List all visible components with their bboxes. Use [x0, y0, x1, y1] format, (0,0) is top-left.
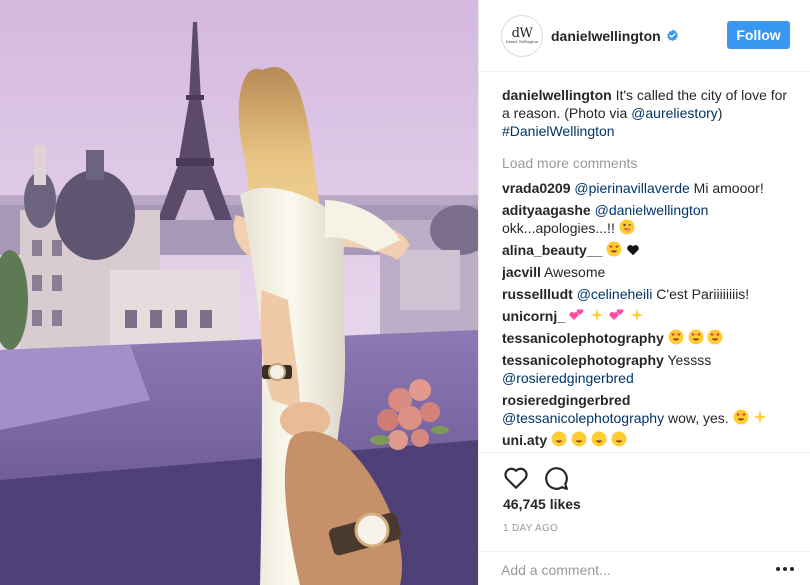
- comment-mention[interactable]: @celineheili: [577, 286, 653, 302]
- post-photo[interactable]: [0, 0, 478, 585]
- comment: vrada0209 @pierinavillaverde Mi amooor!: [502, 179, 794, 197]
- post-details-panel: dW Daniel Wellington danielwellington Fo…: [478, 0, 810, 585]
- load-more-comments-link[interactable]: Load more comments: [502, 154, 794, 172]
- sparkles-emoji-icon: [753, 410, 768, 424]
- comment-mention[interactable]: @tessanicolephotography: [502, 410, 664, 426]
- two-hearts-emoji-icon: [609, 309, 623, 320]
- add-comment-input[interactable]: [501, 560, 751, 580]
- comment: alina_beauty__: [502, 241, 794, 259]
- comment-username[interactable]: rosieredgingerbred: [502, 392, 630, 408]
- comment-username[interactable]: tessanicolephotography: [502, 330, 664, 346]
- comment-username[interactable]: russellludt: [502, 286, 573, 302]
- black-heart-emoji-icon: [627, 245, 639, 256]
- heart-eyes-emoji-icon: [707, 329, 723, 345]
- caption-text-after: ): [717, 105, 723, 121]
- post-actions: 46,745 likes 1 DAY AGO: [479, 452, 810, 585]
- comment-username[interactable]: uni.aty: [502, 432, 547, 448]
- comment-text: C'est Pariiiiiiiis!: [652, 286, 750, 302]
- avatar-monogram: dW: [511, 25, 533, 41]
- comment-text: Mi amooor!: [689, 180, 764, 196]
- comment-username[interactable]: adityaagashe: [502, 202, 591, 218]
- comment: tessanicolephotography Yessss @rosieredg…: [502, 351, 794, 387]
- heart-eyes-emoji-icon: [733, 409, 749, 425]
- comment-username[interactable]: jacvill: [502, 264, 541, 280]
- heart-eyes-emoji-icon: [551, 431, 567, 447]
- comment: unicornj_: [502, 307, 794, 325]
- heart-eyes-emoji-icon: [591, 431, 607, 447]
- winking-tongue-emoji-icon: [619, 219, 635, 235]
- sparkles-emoji-icon: [629, 308, 644, 322]
- caption-hashtag[interactable]: #DanielWellington: [502, 123, 615, 139]
- comment: rosieredgingerbred @tessanicolephotograp…: [502, 391, 794, 427]
- post-header: dW Daniel Wellington danielwellington Fo…: [479, 0, 810, 72]
- comment: adityaagashe @danielwellington okk...apo…: [502, 201, 794, 237]
- comment-text: Awesome: [544, 264, 606, 280]
- comment-username[interactable]: alina_beauty__: [502, 242, 602, 258]
- comment-text: wow, yes.: [664, 410, 729, 426]
- instagram-post: dW Daniel Wellington danielwellington Fo…: [0, 0, 810, 585]
- heart-eyes-emoji-icon: [611, 431, 627, 447]
- comment-username[interactable]: tessanicolephotography: [502, 352, 664, 368]
- paris-rooftop-image: [0, 0, 478, 585]
- avatar[interactable]: dW Daniel Wellington: [501, 14, 543, 57]
- author-username[interactable]: danielwellington: [551, 28, 661, 44]
- comment: tessanicolephotography: [502, 329, 794, 347]
- caption-mention[interactable]: @aureliestory: [631, 105, 718, 121]
- comment: uni.aty: [502, 431, 794, 449]
- comment-username[interactable]: unicornj_: [502, 308, 565, 324]
- comment-username[interactable]: vrada0209: [502, 180, 571, 196]
- heart-eyes-emoji-icon: [606, 241, 622, 257]
- heart-eyes-emoji-icon: [668, 329, 684, 345]
- sparkles-emoji-icon: [589, 308, 604, 322]
- comment: russellludt @celineheili C'est Pariiiiii…: [502, 285, 794, 303]
- comment-mention[interactable]: @pierinavillaverde: [574, 180, 689, 196]
- verified-badge-icon: [666, 29, 678, 42]
- heart-eyes-emoji-icon: [688, 329, 704, 345]
- heart-icon[interactable]: [503, 465, 529, 491]
- comment-mention[interactable]: @rosieredgingerbred: [502, 370, 634, 386]
- comments-list[interactable]: danielwellington It's called the city of…: [502, 86, 794, 452]
- add-comment-bar: [479, 551, 810, 585]
- heart-eyes-emoji-icon: [571, 431, 587, 447]
- two-hearts-emoji-icon: [569, 309, 584, 320]
- post-timestamp[interactable]: 1 DAY AGO: [503, 523, 558, 534]
- comment-text: okk...apologies...!!: [502, 220, 615, 236]
- post-caption: danielwellington It's called the city of…: [502, 86, 794, 140]
- likes-count[interactable]: 46,745 likes: [503, 496, 581, 512]
- follow-button[interactable]: Follow: [727, 21, 790, 49]
- comment-text: Yessss: [667, 352, 712, 368]
- avatar-subtitle: Daniel Wellington: [505, 39, 539, 44]
- caption-username[interactable]: danielwellington: [502, 87, 612, 103]
- comment: jacvill Awesome: [502, 263, 794, 281]
- comment-mention[interactable]: @danielwellington: [595, 202, 709, 218]
- comment-bubble-icon[interactable]: [543, 465, 569, 491]
- more-options-icon[interactable]: [775, 562, 795, 576]
